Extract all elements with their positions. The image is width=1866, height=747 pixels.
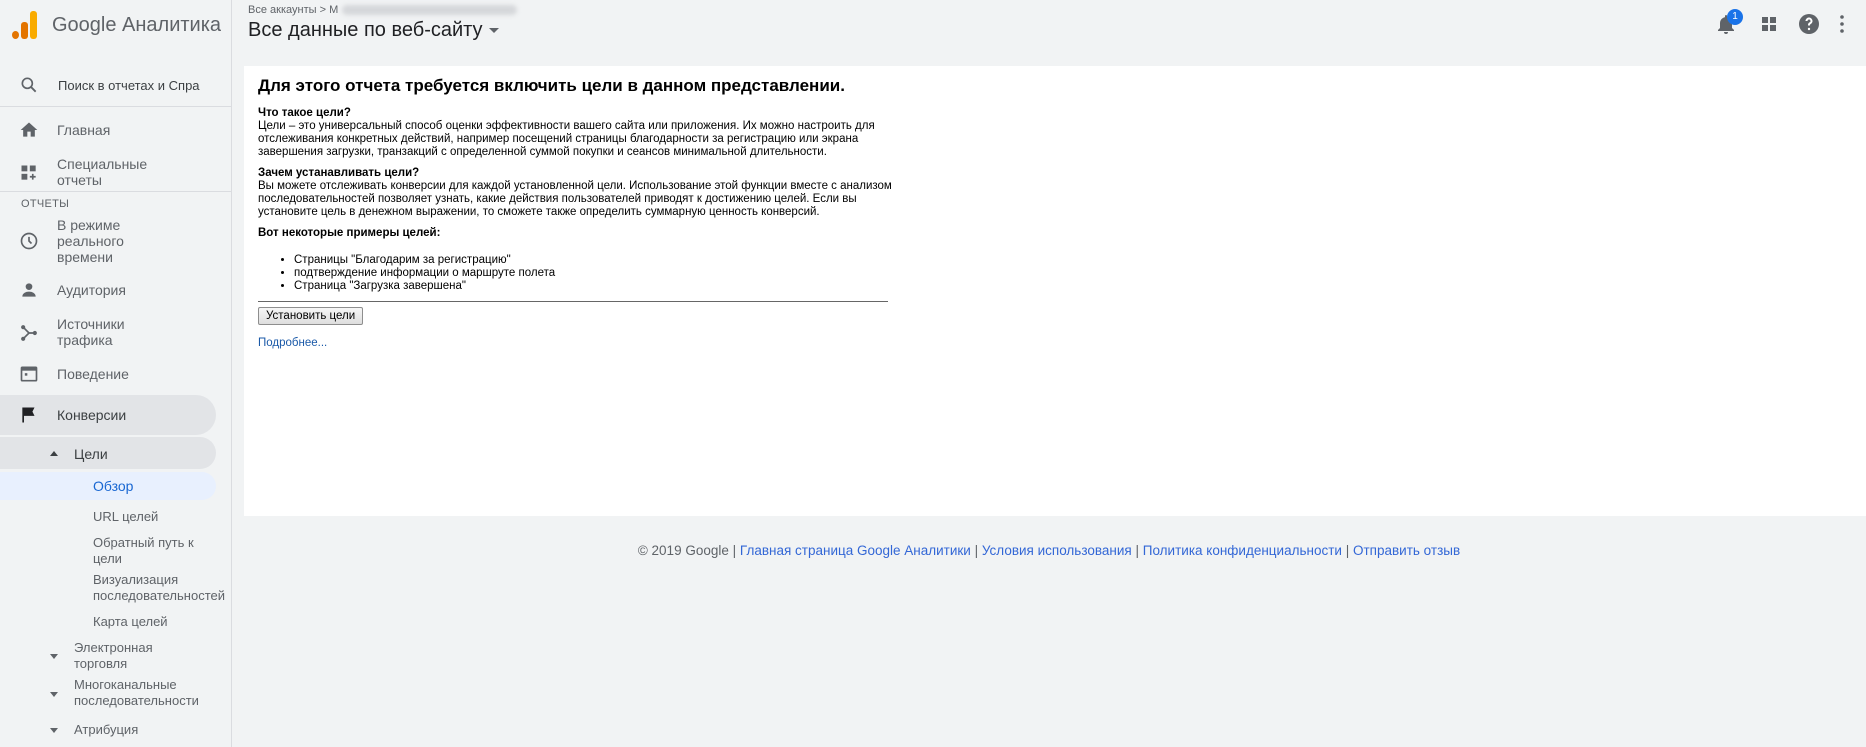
why-goals-text: Вы можете отслеживать конверсии для кажд… [258,180,892,218]
nav-custom-reports-label: Специальные отчеты [57,156,148,188]
list-item: Страница "Загрузка завершена" [294,280,898,293]
page-title: Для этого отчета требуется включить цели… [258,76,845,95]
nav-audience-label: Аудитория [57,282,126,298]
dropdown-arrow-icon [488,28,499,33]
footer-separator: | [1135,543,1139,558]
footer: © 2019 Google | Главная страница Google … [232,543,1866,558]
list-item: подтверждение информации о маршруте поле… [294,267,898,280]
footer-link-home[interactable]: Главная страница Google Аналитики [740,543,971,558]
help-icon[interactable] [1797,12,1821,36]
examples-title: Вот некоторые примеры целей: [258,227,441,239]
list-item: Страницы "Благодарим за регистрацию" [294,254,898,267]
report-panel: Для этого отчета требуется включить цели… [244,66,1866,516]
nav-custom-reports[interactable]: Специальные отчеты [0,155,231,189]
breadcrumb[interactable]: Все аккаунты > M [248,4,518,16]
nav-reverse-goal-path[interactable]: Обратный путь к цели [93,535,213,567]
flag-icon [22,407,35,423]
nav-acquisition[interactable]: Источники трафика [0,315,231,349]
nav-funnel-visualization[interactable]: Визуализация последовательностей [93,572,231,604]
nav-behavior-label: Поведение [57,366,129,382]
top-bar: Все аккаунты > M Все данные по веб-сайту [232,0,1866,64]
footer-link-terms[interactable]: Условия использования [982,543,1132,558]
nav-home[interactable]: Главная [0,118,231,142]
nav-conversions-label: Конверсии [57,407,127,423]
sidebar: Google Аналитика Поиск в отчетах и Справ… [0,0,232,747]
footer-separator: | [1345,543,1350,558]
custom-reports-icon [21,165,36,180]
nav-realtime[interactable]: В режиме реального времени [0,216,231,266]
view-selector[interactable]: Все данные по веб-сайту [248,19,499,42]
breadcrumb-account[interactable]: M [329,4,338,16]
collapse-icon[interactable] [50,451,58,456]
nav-goals-overview[interactable]: Обзор [93,478,133,494]
brand[interactable]: Google Аналитика [12,8,221,42]
nav-home-label: Главная [57,122,111,138]
home-icon [20,122,38,137]
nav-multichannel[interactable]: Многоканальные последовательности [74,677,214,709]
breadcrumb-separator: > [319,4,327,16]
view-title: Все данные по веб-сайту [248,19,483,41]
apps-grid-icon[interactable] [1757,12,1781,36]
nav-audience[interactable]: Аудитория [0,278,231,302]
examples-list: Страницы "Благодарим за регистрацию" под… [258,254,898,293]
acquisition-icon [21,325,37,341]
learn-more-link[interactable]: Подробнее... [258,337,898,350]
nav-behavior[interactable]: Поведение [0,362,231,386]
more-vert-icon[interactable] [1830,12,1854,36]
nav-realtime-label: В режиме реального времени [57,217,124,265]
clock-icon [20,232,38,250]
expand-icon[interactable] [50,692,58,697]
goals-required-message: Для этого отчета требуется включить цели… [258,76,898,350]
nav-attribution[interactable]: Атрибуция [74,722,138,738]
what-are-goals-title: Что такое цели? [258,107,351,119]
search-icon [21,77,37,93]
expand-icon[interactable] [50,654,58,659]
footer-separator: | [974,543,979,558]
reports-section-label: ОТЧЕТЫ [21,198,70,210]
what-are-goals-text: Цели – это универсальный способ оценки э… [258,120,875,158]
nav-acquisition-label: Источники трафика [57,316,125,348]
nav-conversions[interactable]: Конверсии [0,403,231,427]
why-goals-title: Зачем устанавливать цели? [258,167,420,179]
nav-goal-urls[interactable]: URL целей [93,509,158,525]
search-input[interactable]: Поиск в отчетах и Справке [58,78,200,93]
redacted-account-name [342,5,518,16]
brand-name: Google Аналитика [52,13,222,36]
nav-ecommerce[interactable]: Электронная торговля [74,640,184,672]
footer-link-feedback[interactable]: Отправить отзыв [1353,543,1460,558]
notification-count-badge: 1 [1727,9,1743,25]
behavior-icon [20,366,38,382]
analytics-logo-icon [12,11,38,39]
set-up-goals-button[interactable]: Установить цели [258,307,364,325]
nav-goals[interactable]: Цели [74,446,108,462]
nav-goal-flow[interactable]: Карта целей [93,614,168,630]
divider [0,191,231,192]
breadcrumb-root[interactable]: Все аккаунты [248,4,317,16]
search-box[interactable]: Поиск в отчетах и Справке [0,64,231,107]
nav-goals-highlight [0,437,216,469]
divider [258,301,888,302]
footer-link-privacy[interactable]: Политика конфиденциальности [1143,543,1342,558]
footer-separator: | [732,543,737,558]
copyright: © 2019 Google [637,543,729,558]
expand-icon[interactable] [50,728,58,733]
person-icon [22,283,36,297]
